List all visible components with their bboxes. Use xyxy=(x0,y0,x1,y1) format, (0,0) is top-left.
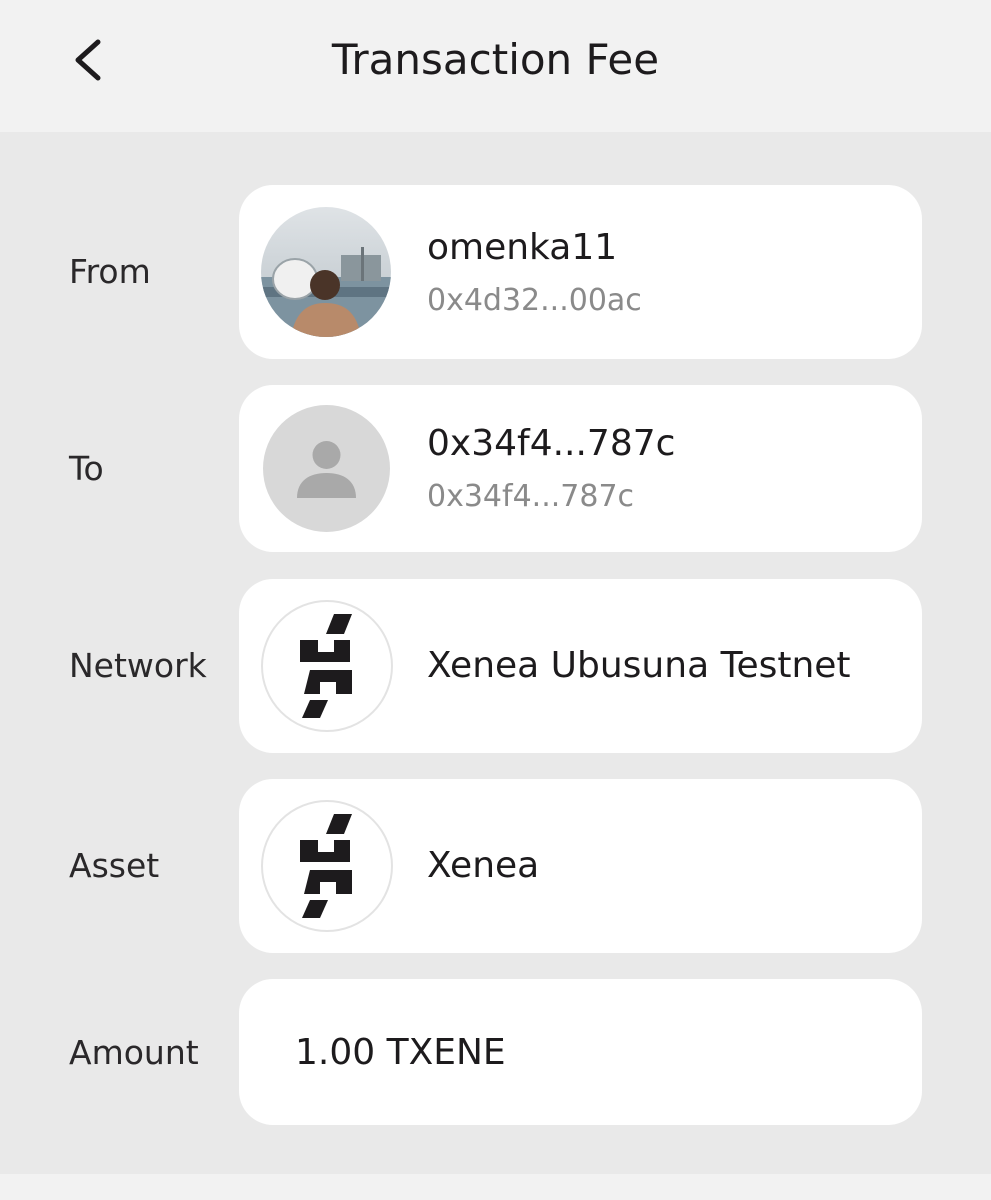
avatar xyxy=(263,405,390,532)
to-name: 0x34f4...787c xyxy=(427,423,676,464)
asset-name: Xenea xyxy=(427,845,540,886)
page-title: Transaction Fee xyxy=(331,35,660,84)
amount-value: 1.00 TXENE xyxy=(295,1032,506,1073)
from-name: omenka11 xyxy=(427,227,618,268)
to-card[interactable]: 0x34f4...787c 0x34f4...787c xyxy=(239,385,922,552)
to-label: To xyxy=(69,449,104,488)
xenea-logo-icon xyxy=(261,800,393,932)
asset-card[interactable]: Xenea xyxy=(239,779,922,953)
network-name: Xenea Ubusuna Testnet xyxy=(427,645,851,686)
bottom-bar xyxy=(0,1174,991,1200)
asset-label: Asset xyxy=(69,846,160,885)
from-card[interactable]: omenka11 0x4d32...00ac xyxy=(239,185,922,359)
default-user-icon xyxy=(297,441,356,498)
from-address: 0x4d32...00ac xyxy=(427,283,642,318)
xenea-logo-icon xyxy=(261,600,393,732)
user-photo-icon xyxy=(261,207,391,337)
network-card[interactable]: Xenea Ubusuna Testnet xyxy=(239,579,922,753)
network-label: Network xyxy=(69,646,207,685)
avatar xyxy=(261,207,391,337)
to-address: 0x34f4...787c xyxy=(427,479,635,514)
amount-card: 1.00 TXENE xyxy=(239,979,922,1125)
from-label: From xyxy=(69,252,151,291)
header-bar: Transaction Fee xyxy=(0,0,991,132)
amount-label: Amount xyxy=(69,1033,199,1072)
